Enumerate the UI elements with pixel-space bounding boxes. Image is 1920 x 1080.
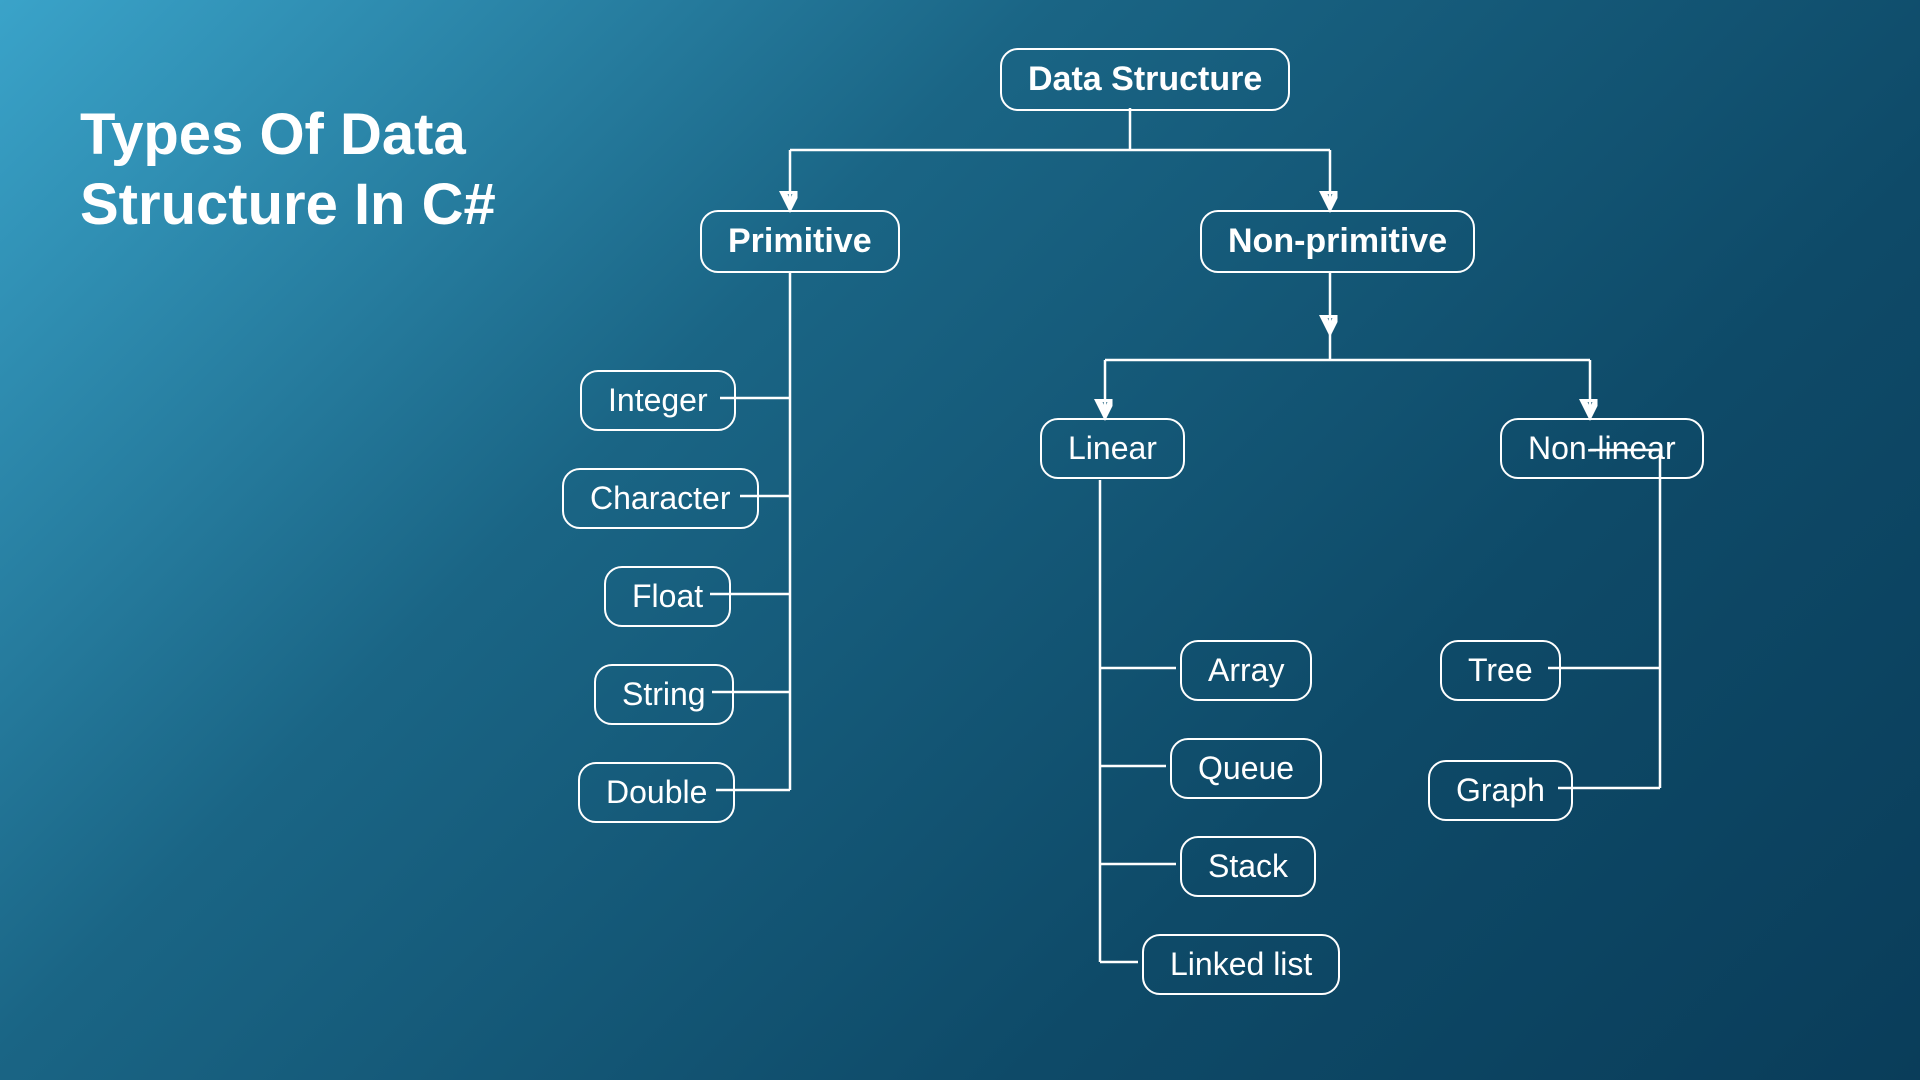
node-linked-list-label: Linked list	[1170, 946, 1312, 982]
node-character-label: Character	[590, 480, 731, 516]
node-primitive-label: Primitive	[728, 222, 872, 260]
node-float-label: Float	[632, 578, 703, 614]
node-non-primitive-label: Non-primitive	[1228, 222, 1447, 260]
node-non-linear: Non-linear	[1500, 418, 1704, 479]
node-tree-label: Tree	[1468, 652, 1533, 688]
node-primitive: Primitive	[700, 210, 900, 273]
node-stack-label: Stack	[1208, 848, 1288, 884]
node-linear: Linear	[1040, 418, 1185, 479]
node-queue-label: Queue	[1198, 750, 1294, 786]
node-string-label: String	[622, 676, 706, 712]
node-string: String	[594, 664, 734, 725]
title-line-2: Structure In C#	[80, 172, 496, 237]
node-non-primitive: Non-primitive	[1200, 210, 1475, 273]
node-integer: Integer	[580, 370, 736, 431]
node-double: Double	[578, 762, 735, 823]
node-data-structure-label: Data Structure	[1028, 60, 1262, 98]
node-float: Float	[604, 566, 731, 627]
node-double-label: Double	[606, 774, 707, 810]
node-linked-list: Linked list	[1142, 934, 1340, 995]
title-line-1: Types Of Data	[80, 102, 466, 167]
node-linear-label: Linear	[1068, 430, 1157, 466]
node-non-linear-label: Non-linear	[1528, 430, 1676, 466]
node-character: Character	[562, 468, 759, 529]
node-stack: Stack	[1180, 836, 1316, 897]
node-array: Array	[1180, 640, 1312, 701]
node-queue: Queue	[1170, 738, 1322, 799]
node-tree: Tree	[1440, 640, 1561, 701]
node-integer-label: Integer	[608, 382, 708, 418]
page-title: Types Of Data Structure In C#	[80, 100, 496, 239]
node-data-structure: Data Structure	[1000, 48, 1290, 111]
node-array-label: Array	[1208, 652, 1284, 688]
node-graph-label: Graph	[1456, 772, 1545, 808]
node-graph: Graph	[1428, 760, 1573, 821]
